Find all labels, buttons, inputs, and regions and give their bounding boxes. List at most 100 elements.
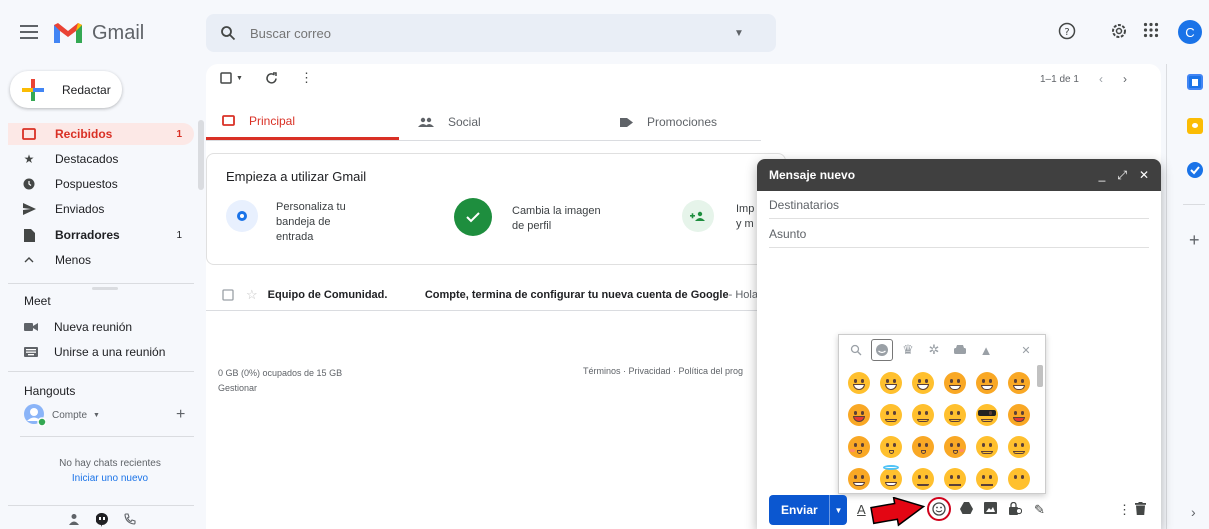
discard-draft-icon[interactable] bbox=[1135, 502, 1146, 515]
signature-pen-icon[interactable]: ✎ bbox=[1034, 502, 1045, 518]
emoji-slight-smile[interactable] bbox=[875, 399, 907, 431]
recipients-field[interactable]: Destinatarios bbox=[769, 191, 1149, 219]
prev-page-icon[interactable]: ‹ bbox=[1099, 72, 1103, 86]
crown-category-icon[interactable]: ♛ bbox=[897, 339, 919, 361]
setup-step-inbox[interactable]: Personaliza tu bandeja de entrada bbox=[226, 200, 346, 245]
tab-social[interactable]: Social bbox=[418, 104, 481, 140]
emoji-expressionless[interactable] bbox=[971, 463, 1003, 495]
minimize-icon[interactable]: _ bbox=[1099, 168, 1106, 183]
sidebar-item-label: Enviados bbox=[55, 202, 105, 216]
calendar-icon[interactable] bbox=[1187, 74, 1203, 90]
send-options-icon[interactable]: ▼ bbox=[829, 495, 847, 525]
new-meeting-link[interactable]: Nueva reunión bbox=[24, 320, 132, 334]
tab-label: Social bbox=[448, 115, 481, 129]
close-icon[interactable]: ✕ bbox=[1139, 168, 1149, 183]
email-checkbox[interactable] bbox=[222, 289, 234, 301]
insert-photo-icon[interactable] bbox=[984, 502, 997, 514]
confidential-mode-icon[interactable] bbox=[1008, 502, 1022, 515]
emoji-blush[interactable] bbox=[843, 399, 875, 431]
hangouts-user-selector[interactable]: Compte ▼ bbox=[24, 404, 100, 426]
star-toggle-icon[interactable]: ☆ bbox=[246, 287, 258, 303]
sidebar-divider bbox=[8, 283, 194, 284]
emoji-search-icon[interactable] bbox=[845, 339, 867, 361]
more-options-icon[interactable]: ⋮ bbox=[300, 70, 313, 86]
emoji-hugging[interactable] bbox=[843, 463, 875, 495]
triangle-category-icon[interactable]: ▲ bbox=[975, 339, 997, 361]
setup-step-profile[interactable]: Cambia la imagen de perfil bbox=[454, 198, 601, 236]
flower-category-icon[interactable]: ✲ bbox=[923, 339, 945, 361]
emoji-kissing-closed-eyes[interactable] bbox=[939, 431, 971, 463]
emoji-grinning[interactable] bbox=[843, 367, 875, 399]
tab-principal[interactable]: Principal bbox=[206, 104, 399, 140]
close-picker-icon[interactable]: ✕ bbox=[1015, 339, 1037, 361]
drive-icon[interactable] bbox=[960, 502, 973, 514]
search-bar[interactable]: ▼ bbox=[206, 14, 776, 52]
google-apps-icon[interactable] bbox=[1143, 22, 1159, 38]
emoji-smile[interactable] bbox=[971, 367, 1003, 399]
keep-icon[interactable] bbox=[1187, 118, 1203, 134]
emoji-scrollbar[interactable] bbox=[1037, 365, 1043, 387]
sidebar-item-less[interactable]: Menos bbox=[8, 249, 194, 271]
emoji-halo[interactable] bbox=[875, 463, 907, 495]
search-options-icon[interactable]: ▼ bbox=[734, 28, 744, 39]
sidebar-item-starred[interactable]: ★ Destacados bbox=[8, 148, 194, 170]
select-dropdown-icon[interactable]: ▼ bbox=[236, 75, 243, 82]
add-addon-icon[interactable]: + bbox=[1189, 230, 1200, 251]
resize-handle[interactable] bbox=[92, 287, 118, 290]
emoji-laughing[interactable] bbox=[1003, 367, 1035, 399]
refresh-icon[interactable] bbox=[265, 71, 278, 85]
start-new-chat-link[interactable]: Iniciar uno nuevo bbox=[30, 473, 190, 484]
emoji-smiley[interactable] bbox=[939, 367, 971, 399]
sidebar-item-inbox[interactable]: Recibidos 1 bbox=[8, 123, 194, 145]
main-menu-icon[interactable] bbox=[18, 20, 42, 44]
account-avatar[interactable]: C bbox=[1178, 20, 1202, 44]
tasks-icon[interactable] bbox=[1187, 162, 1203, 178]
emoji-relieved[interactable] bbox=[907, 399, 939, 431]
add-chat-icon[interactable]: + bbox=[176, 406, 185, 424]
car-category-icon[interactable] bbox=[949, 339, 971, 361]
search-input[interactable] bbox=[250, 25, 720, 41]
emoji-kissing-heart[interactable] bbox=[843, 431, 875, 463]
manage-storage-link[interactable]: Gestionar bbox=[218, 381, 342, 396]
hangouts-chat-icon[interactable] bbox=[96, 513, 108, 527]
subject-field[interactable]: Asunto bbox=[769, 220, 1149, 248]
emoji-kissing[interactable] bbox=[875, 431, 907, 463]
emoji-thinking[interactable] bbox=[907, 463, 939, 495]
settings-gear-icon[interactable] bbox=[1110, 22, 1128, 40]
join-meeting-link[interactable]: Unirse a una reunión bbox=[24, 345, 165, 359]
insert-emoji-icon[interactable] bbox=[927, 497, 951, 521]
select-all-checkbox[interactable]: ▼ bbox=[220, 72, 243, 84]
emoji-no-mouth[interactable] bbox=[1003, 463, 1035, 495]
send-label: Enviar bbox=[781, 503, 818, 517]
tab-promotions[interactable]: Promociones bbox=[620, 104, 717, 140]
footer-links[interactable]: Términos · Privacidad · Política del pro… bbox=[583, 366, 743, 376]
next-page-icon[interactable]: › bbox=[1123, 72, 1127, 86]
emoji-kissing-smile[interactable] bbox=[907, 431, 939, 463]
emoji-slightly-smiling[interactable] bbox=[1003, 431, 1035, 463]
setup-step-import[interactable]: Imp y m bbox=[682, 200, 754, 232]
sidebar-item-sent[interactable]: Enviados bbox=[8, 198, 194, 220]
gmail-logo[interactable]: Gmail bbox=[52, 18, 144, 48]
emoji-neutral[interactable] bbox=[939, 463, 971, 495]
emoji-upside-smile[interactable] bbox=[971, 431, 1003, 463]
emoji-grin[interactable] bbox=[875, 367, 907, 399]
sidebar-item-snoozed[interactable]: Pospuestos bbox=[8, 173, 194, 195]
person-icon[interactable] bbox=[68, 513, 80, 527]
emoji-heart-eyes[interactable] bbox=[1003, 399, 1035, 431]
show-side-panel-icon[interactable]: › bbox=[1191, 504, 1196, 520]
search-icon[interactable] bbox=[220, 25, 236, 41]
sidebar-scrollbar[interactable] bbox=[198, 120, 204, 190]
more-compose-options-icon[interactable]: ⋮ bbox=[1118, 502, 1131, 518]
email-row[interactable]: ☆ Equipo de Comunidad. Compte, termina d… bbox=[206, 282, 761, 308]
emoji-grin-sweat[interactable] bbox=[907, 367, 939, 399]
emoji-sunglasses[interactable] bbox=[971, 399, 1003, 431]
fullscreen-icon[interactable]: ⤢ bbox=[1117, 168, 1127, 183]
phone-icon[interactable] bbox=[124, 513, 136, 527]
send-button[interactable]: Enviar ▼ bbox=[769, 495, 847, 525]
formatting-icon[interactable]: A bbox=[857, 502, 866, 517]
help-icon[interactable]: ? bbox=[1058, 22, 1076, 40]
emoji-wink[interactable] bbox=[939, 399, 971, 431]
compose-button[interactable]: Redactar bbox=[10, 71, 122, 108]
smiley-category-icon[interactable] bbox=[871, 339, 893, 361]
sidebar-item-drafts[interactable]: Borradores 1 bbox=[8, 224, 194, 246]
